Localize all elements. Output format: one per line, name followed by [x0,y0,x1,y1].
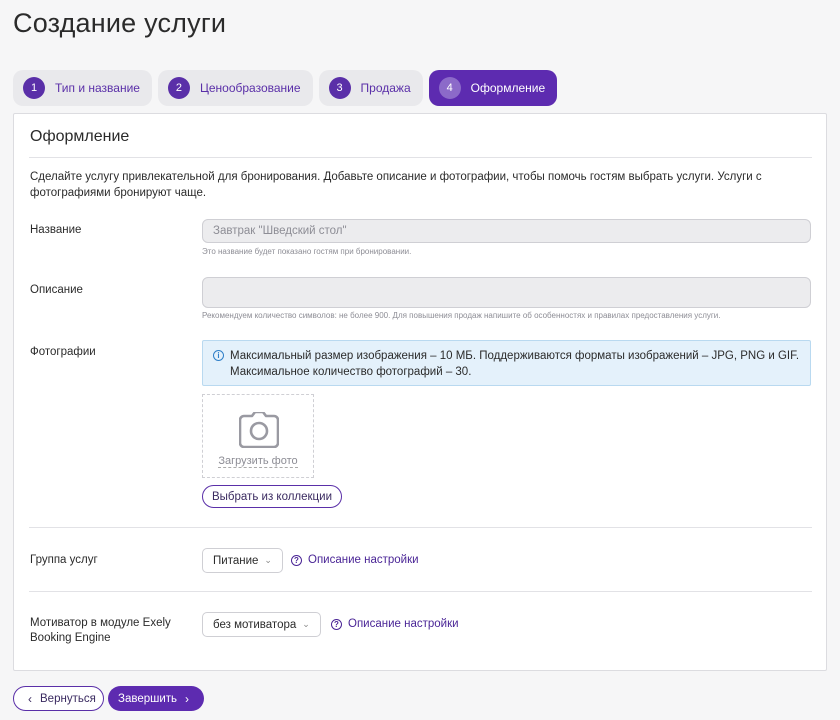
section-title: Оформление [30,128,130,145]
step-number: 2 [167,77,190,99]
wizard-steps: 1 Тип и название 2 Ценообразование 3 Про… [13,70,558,106]
info-icon: i [213,350,224,361]
step-label: Оформление [470,81,546,95]
step-label: Продажа [360,81,411,95]
step-design[interactable]: 4 Оформление [428,70,558,106]
motivator-label: Мотиватор в модуле Exely Booking Engine [30,617,171,644]
photo-upload-area[interactable]: Загрузить фото [202,394,314,478]
chevron-down-icon: ⌄ [264,555,272,565]
finish-button[interactable]: Завершить › [108,686,204,711]
design-section-card: Оформление Сделайте услугу привлекательн… [13,113,827,671]
name-input-value: Завтрак "Шведский стол" [213,225,347,237]
step-label: Тип и название [55,81,140,95]
question-circle-icon: ? [331,618,342,630]
description-textarea[interactable] [202,277,811,308]
motivator-help-link[interactable]: ? Описание настройки [331,618,459,630]
back-button[interactable]: ‹ Вернуться [13,686,104,711]
service-group-label: Группа услуг [30,554,98,566]
step-pricing[interactable]: 2 Ценообразование [157,70,313,106]
name-label: Название [30,224,82,236]
info-line-1: Максимальный размер изображения – 10 МБ.… [230,350,800,362]
choose-from-collection-button[interactable]: Выбрать из коллекции [202,485,342,508]
description-label: Описание [30,284,83,296]
divider [29,157,812,158]
divider [29,591,812,592]
name-input[interactable]: Завтрак "Шведский стол" [202,219,811,243]
camera-icon [239,412,279,448]
step-number: 1 [23,77,45,99]
description-hint: Рекомендуем количество символов: не боле… [202,311,721,320]
service-group-help-link[interactable]: ? Описание настройки [291,554,419,566]
page-title: Создание услуги [13,8,227,38]
name-hint: Это название будет показано гостям при б… [202,247,412,256]
chevron-left-icon: ‹ [28,691,32,706]
section-intro: Сделайте услугу привлекательной для брон… [30,171,762,199]
chevron-down-icon: ⌄ [302,619,310,629]
finish-label: Завершить [118,692,178,705]
upload-label[interactable]: Загрузить фото [203,455,313,468]
step-type-and-name[interactable]: 1 Тип и название [13,70,152,106]
step-label: Ценообразование [199,81,301,95]
help-link-text: Описание настройки [308,554,419,566]
divider [29,527,812,528]
service-group-select[interactable]: Питание ⌄ [202,548,283,573]
photo-info-box: i Максимальный размер изображения – 10 М… [202,340,811,386]
question-circle-icon: ? [291,554,302,566]
back-label: Вернуться [40,692,96,705]
step-number: 4 [438,77,461,99]
help-link-text: Описание настройки [348,618,459,630]
chevron-right-icon: › [185,691,190,706]
photos-label: Фотографии [30,346,96,358]
info-line-2: Максимальное количество фотографий – 30. [230,366,472,378]
step-sale[interactable]: 3 Продажа [318,70,423,106]
motivator-select[interactable]: без мотиватора ⌄ [202,612,321,637]
motivator-value: без мотиватора [213,618,297,631]
service-group-value: Питание [213,554,259,567]
step-number: 3 [328,77,351,99]
